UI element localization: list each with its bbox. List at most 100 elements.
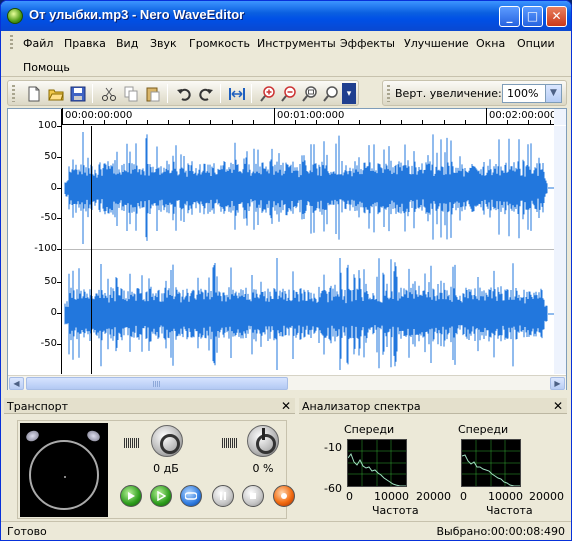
loop-icon xyxy=(185,492,197,500)
nero-app-icon[interactable] xyxy=(7,8,23,24)
menu-options-label: Опции xyxy=(517,37,555,50)
menu-view-label: Вид xyxy=(116,37,139,50)
main-window: От улыбки.mp3 - Nero WaveEditor _ □ ✕ Фа… xyxy=(0,0,572,541)
horizontal-scrollbar[interactable]: ◀ ▶ xyxy=(8,375,566,390)
time-minor-tick xyxy=(507,120,508,124)
spectrum-analyzer-panel: Анализатор спектра ✕ Спереди -10 -60 0 1… xyxy=(299,398,567,521)
toolbar-separator xyxy=(92,84,93,103)
y-tick xyxy=(57,313,61,314)
record-button[interactable] xyxy=(273,485,295,507)
time-minor-tick xyxy=(338,120,339,124)
play-button[interactable] xyxy=(120,485,142,507)
menu-tools[interactable]: Инструменты xyxy=(257,37,336,50)
right-x-tick: 0 xyxy=(460,490,467,503)
spectrum-title: Анализатор спектра xyxy=(302,400,421,413)
waveform-canvas[interactable] xyxy=(63,126,554,374)
stop-button[interactable] xyxy=(242,485,264,507)
time-minor-tick xyxy=(316,120,317,124)
menu-enhance[interactable]: Улучшение xyxy=(404,37,469,50)
menu-edit[interactable]: Правка xyxy=(64,37,106,50)
time-minor-tick xyxy=(168,120,169,124)
save-icon[interactable] xyxy=(67,83,88,104)
title-bar[interactable]: От улыбки.mp3 - Nero WaveEditor _ □ ✕ xyxy=(1,1,571,31)
toolbar-separator xyxy=(220,84,221,103)
window-title: От улыбки.mp3 - Nero WaveEditor xyxy=(29,7,245,22)
scroll-left-icon[interactable]: ◀ xyxy=(9,377,24,390)
redo-icon[interactable] xyxy=(195,83,216,104)
maximize-button[interactable]: □ xyxy=(522,6,543,27)
balance-meter-icon xyxy=(221,438,237,448)
time-minor-tick xyxy=(189,120,190,124)
menu-grip[interactable] xyxy=(10,35,13,51)
volume-meter-icon xyxy=(124,438,140,448)
zoom-toolbar-grip[interactable] xyxy=(387,85,390,102)
main-toolbar: ▾ xyxy=(7,80,359,106)
menu-enhance-label: Улучшение xyxy=(404,37,469,50)
spectrum-close-icon[interactable]: ✕ xyxy=(553,399,563,413)
zoom-all-icon[interactable] xyxy=(320,83,341,104)
menu-volume[interactable]: Громкость xyxy=(189,37,250,50)
time-minor-tick xyxy=(380,120,381,124)
volume-knob[interactable] xyxy=(151,425,183,457)
disc-ring xyxy=(29,440,99,510)
time-minor-tick xyxy=(295,120,296,124)
menu-effects[interactable]: Эффекты xyxy=(340,37,395,50)
time-minor-tick xyxy=(83,120,84,124)
menu-help[interactable]: Помощь xyxy=(23,61,70,74)
left-x-label: Частота xyxy=(372,504,419,517)
right-x-tick: 20000 xyxy=(529,490,564,503)
menu-file-label: Файл xyxy=(23,37,54,50)
vertical-zoom-select[interactable]: 100% ▼ xyxy=(502,84,562,103)
y-tick-label: 50 xyxy=(44,276,57,287)
undo-icon[interactable] xyxy=(173,83,194,104)
play-selection-button[interactable] xyxy=(150,485,172,507)
toolbar-grip[interactable] xyxy=(12,85,15,102)
time-minor-tick xyxy=(444,120,445,124)
menu-options[interactable]: Опции xyxy=(517,37,555,50)
menu-sound[interactable]: Звук xyxy=(150,37,177,50)
scroll-thumb[interactable] xyxy=(26,377,288,390)
zoom-in-icon[interactable] xyxy=(257,83,278,104)
menu-view[interactable]: Вид xyxy=(116,37,138,50)
new-file-icon[interactable] xyxy=(23,83,44,104)
status-text: Готово xyxy=(7,525,47,538)
minimize-button[interactable]: _ xyxy=(499,6,520,27)
playback-cursor[interactable] xyxy=(91,126,92,374)
time-minor-tick xyxy=(359,120,360,124)
pause-button[interactable] xyxy=(212,485,234,507)
fit-to-window-icon[interactable] xyxy=(226,83,247,104)
toolbar-overflow-chevron-icon[interactable]: ▾ xyxy=(342,83,356,104)
vertical-zoom-label: Верт. увеличение: xyxy=(395,87,502,100)
left-x-tick: 20000 xyxy=(416,490,451,503)
scroll-right-icon[interactable]: ▶ xyxy=(550,377,565,390)
y-tick xyxy=(57,249,61,250)
vertical-scrollbar[interactable] xyxy=(554,126,566,374)
menu-file[interactable]: Файл xyxy=(23,37,53,50)
loop-button[interactable] xyxy=(180,485,202,507)
waveform-view[interactable]: 100 50 0 -50 -100 50 0 -50 00:00:00:000 … xyxy=(7,108,567,390)
y-tick xyxy=(57,282,61,283)
stop-icon xyxy=(250,493,256,499)
disc-visualizer xyxy=(20,423,108,517)
y-tick xyxy=(57,157,61,158)
chevron-down-icon[interactable]: ▼ xyxy=(545,85,561,102)
time-minor-tick xyxy=(528,120,529,124)
menu-windows[interactable]: Окна xyxy=(476,37,505,50)
paste-icon[interactable] xyxy=(142,83,163,104)
balance-knob[interactable] xyxy=(247,425,279,457)
y-tick-label: -50 xyxy=(40,212,57,223)
close-button[interactable]: ✕ xyxy=(546,6,567,27)
time-ruler[interactable]: 00:00:00:000 00:01:00:000 00:02:00:000 xyxy=(62,108,556,125)
time-label: 00:00:00:000 xyxy=(65,110,133,121)
transport-close-icon[interactable]: ✕ xyxy=(281,399,291,413)
open-file-icon[interactable] xyxy=(45,83,66,104)
toolbar-separator xyxy=(251,84,252,103)
zoom-out-icon[interactable] xyxy=(278,83,299,104)
amplitude-axis: 100 50 0 -50 -100 50 0 -50 xyxy=(8,109,62,374)
right-x-label: Частота xyxy=(486,504,533,517)
cut-icon[interactable] xyxy=(98,83,119,104)
copy-icon[interactable] xyxy=(120,83,141,104)
selection-length: Выбрано:00:00:08:490 xyxy=(436,525,565,538)
right-x-tick: 10000 xyxy=(488,490,523,503)
zoom-selection-icon[interactable] xyxy=(299,83,320,104)
